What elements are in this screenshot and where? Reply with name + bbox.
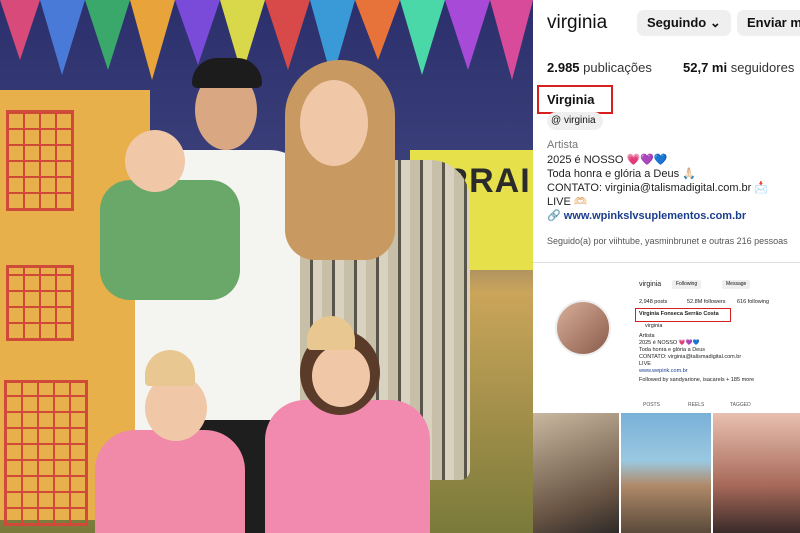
following-button-label: Seguindo (647, 15, 707, 30)
post-thumbnail[interactable] (533, 413, 619, 533)
link-icon: 🔗 (547, 210, 564, 222)
family-photo: ARRAI (0, 0, 533, 533)
bio-line-3: CONTATO: virginia@talismadigital.com.br … (547, 182, 769, 194)
followed-by-text: Seguido(a) por viihtube, yasminbrunet e … (547, 236, 788, 246)
post-thumbnail[interactable] (713, 413, 800, 533)
mini-display-name: Virginia Fonseca Serrão Costa (639, 311, 719, 317)
tab-tagged[interactable]: TAGGED (730, 402, 751, 408)
profile-username: virginia (547, 12, 608, 33)
mini-posts: 2,948 posts (639, 299, 668, 305)
bio-line-1: 2025 é NOSSO 💗💜💙 (547, 154, 668, 166)
followers-label: seguidores (730, 60, 795, 75)
profile-link[interactable]: 🔗 www.wpinkslvsuplementos.com.br (547, 209, 746, 222)
posts-count[interactable]: 2.985 publicações (547, 60, 652, 75)
mini-avatar (555, 300, 611, 356)
send-message-button[interactable]: Enviar mensagem (737, 10, 800, 36)
mini-followed-by: Followed by sandyarione, isacarels + 185… (639, 377, 755, 383)
bio-line-2: Toda honra e glória a Deus 🙏🏻 (547, 168, 696, 180)
profile-display-name: Virginia (547, 92, 595, 107)
mini-bio-4: LIVE (639, 361, 651, 367)
mini-bio-2: Toda honra e glória a Deus (639, 347, 706, 353)
mini-username: virginia (639, 281, 662, 288)
mini-profile-screenshot: virginia Following Message 2,948 posts 5… (547, 270, 800, 390)
threads-handle: virginia (563, 115, 596, 126)
house-window (4, 380, 88, 526)
mini-message-button[interactable]: Message (722, 280, 751, 289)
posts-label: publicações (583, 60, 652, 75)
profile-tabs: POSTS REELS TAGGED (533, 400, 800, 412)
baby-face (125, 130, 185, 192)
girl-right-dress (265, 400, 430, 533)
tab-reels[interactable]: REELS (688, 402, 704, 408)
bio-line-4: LIVE 🫶🏻 (547, 196, 588, 208)
mini-threads-handle: virginia (645, 323, 663, 329)
profile-link-text: www.wpinkslvsuplementos.com.br (563, 210, 747, 222)
baby-figure (100, 180, 240, 300)
mini-link[interactable]: www.wepink.com.br (639, 368, 688, 374)
mini-following: 616 following (737, 299, 770, 305)
mini-bio-3: CONTATO: virginia@talismadigital.com.br (639, 354, 742, 360)
threads-badge[interactable]: @ virginia (547, 112, 603, 130)
house-window (6, 110, 74, 211)
followers-number: 52,7 mi (683, 60, 728, 75)
mini-bio-1: 2025 é NOSSO 💗💜💙 (639, 340, 700, 346)
woman-face (300, 80, 368, 166)
house-window (6, 265, 74, 341)
followers-count[interactable]: 52,7 mi seguidores (683, 60, 794, 75)
mini-followers: 52.8M followers (687, 299, 726, 305)
girl-left-dress (95, 430, 245, 533)
mini-following-button[interactable]: Following (672, 280, 702, 289)
post-thumbnail[interactable] (621, 413, 711, 533)
instagram-profile-panel: virginia ✓ Seguindo ⌄ Enviar mensagem 2.… (533, 0, 800, 533)
girl-right-face (312, 345, 370, 407)
divider (533, 262, 800, 263)
following-button[interactable]: Seguindo ⌄ (637, 10, 731, 36)
chevron-down-icon: ⌄ (709, 15, 721, 30)
threads-icon: @ (551, 115, 562, 126)
mini-category: Artista (639, 333, 655, 339)
posts-number: 2.985 (547, 60, 580, 75)
tab-posts[interactable]: POSTS (643, 402, 660, 408)
profile-category: Artista (547, 139, 579, 151)
man-cap (192, 58, 262, 88)
